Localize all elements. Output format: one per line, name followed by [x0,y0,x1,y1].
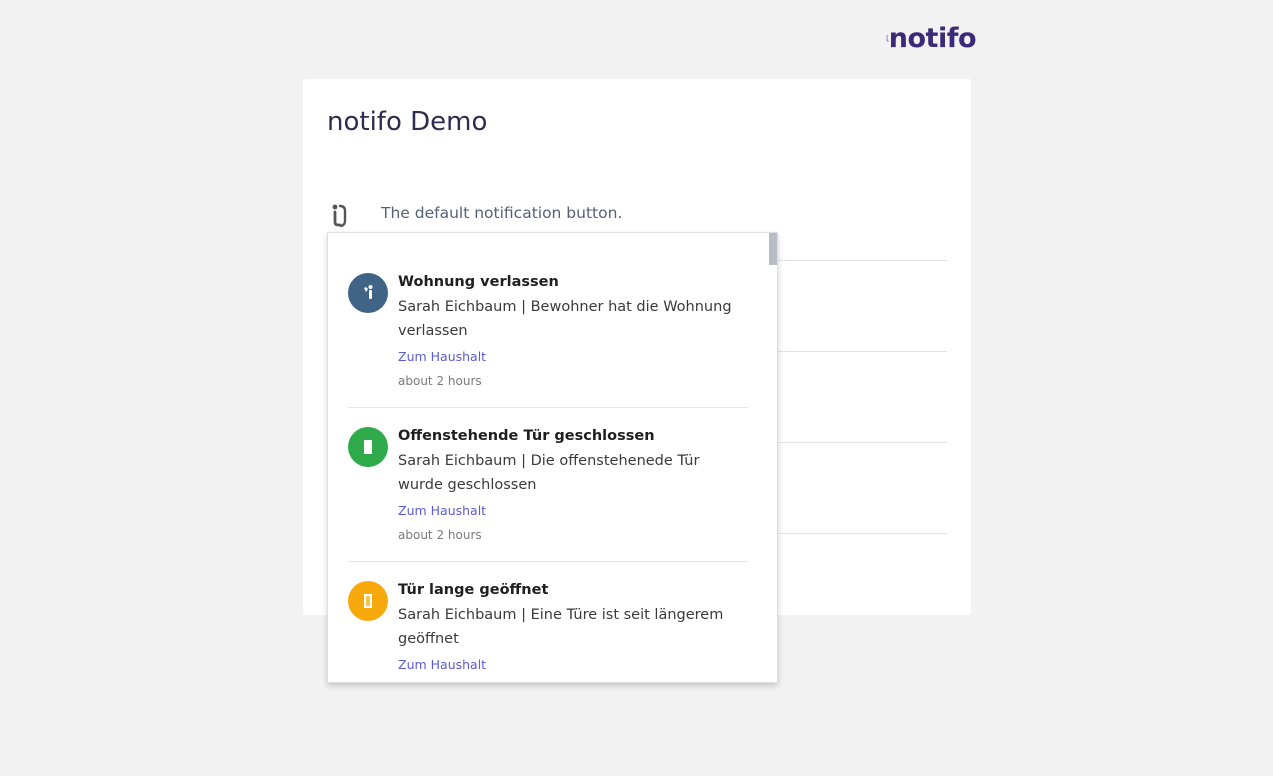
notification-item[interactable]: Wohnung verlassen Sarah Eichbaum | Bewoh… [348,253,748,408]
notification-time: about 2 hours [398,374,482,388]
notification-title: Tür lange geöffnet [398,582,549,598]
door-open-icon [348,581,388,621]
notification-text: Sarah Eichbaum | Eine Türe ist seit läng… [398,607,724,647]
notification-title: Offenstehende Tür geschlossen [398,428,655,444]
notification-time: about 2 hours [398,528,482,542]
notification-link[interactable]: Zum Haushalt [398,503,486,518]
notification-link[interactable]: Zum Haushalt [398,657,486,672]
notification-text: Sarah Eichbaum | Die offenstehenede Tür … [398,453,700,493]
notifications-popup[interactable]: Wohnung verlassen Sarah Eichbaum | Bewoh… [327,232,778,683]
notification-body: Offenstehende Tür geschlossen Sarah Eich… [398,427,743,542]
person-leaving-icon [348,273,388,313]
notification-body: Tür lange geöffnet Sarah Eichbaum | Eine… [398,581,743,674]
door-closed-icon [348,427,388,467]
notifo-bell-icon [332,204,347,228]
notification-text: Sarah Eichbaum | Bewohner hat die Wohnun… [398,299,732,339]
popup-scrollbar[interactable] [769,233,777,682]
notification-body: Wohnung verlassen Sarah Eichbaum | Bewoh… [398,273,743,388]
notification-link[interactable]: Zum Haushalt [398,349,486,364]
notification-button[interactable] [329,202,349,228]
notification-item[interactable]: Tür lange geöffnet Sarah Eichbaum | Eine… [348,561,748,682]
row-description: The default notification button. [381,204,623,222]
logo-text: notifo [888,22,977,54]
notifo-logo: notifo [886,20,977,56]
notification-item[interactable]: Offenstehende Tür geschlossen Sarah Eich… [348,407,748,562]
scrollbar-thumb[interactable] [769,233,777,265]
notification-title: Wohnung verlassen [398,274,559,290]
page-title: notifo Demo [327,107,488,137]
